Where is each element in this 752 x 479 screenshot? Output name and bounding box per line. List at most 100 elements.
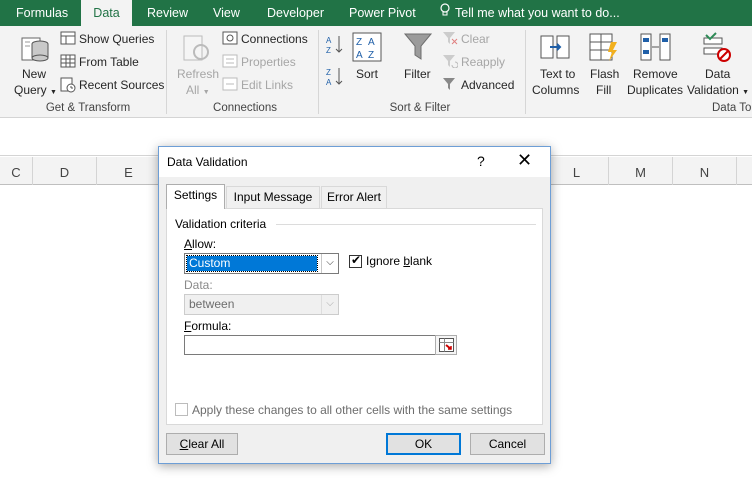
group-connections: Connections [213, 102, 277, 114]
advanced-button[interactable]: Advanced [461, 78, 514, 92]
sort-za-icon[interactable]: ZA [326, 66, 344, 89]
refresh-all-icon [182, 32, 212, 67]
sort-button[interactable]: Sort [356, 67, 378, 81]
sort-az-icon[interactable]: AZ [326, 34, 344, 57]
column-header[interactable]: D [33, 157, 97, 185]
from-table-button[interactable]: From Table [79, 55, 139, 69]
data-dropdown[interactable]: between ⌵ [184, 294, 339, 315]
data-validation-dialog: Data Validation ? ✕ Settings Input Messa… [158, 146, 551, 464]
ignore-blank-text-1: Ignore [366, 254, 404, 268]
formula-input[interactable] [184, 335, 436, 355]
flash-fill-button[interactable]: Fill [596, 83, 611, 97]
remove-duplicates-icon [640, 32, 672, 65]
tab-settings[interactable]: Settings [166, 184, 225, 209]
dialog-title-bar[interactable]: Data Validation ? ✕ [159, 147, 550, 177]
ribbon-tab-bar: Formulas Data Review View Developer Powe… [0, 0, 752, 26]
allow-value: Custom [186, 255, 318, 272]
remove-duplicates-button[interactable]: Duplicates [627, 83, 683, 97]
new-query-label-1: New [22, 67, 47, 81]
data-validation-label-2: Validation [687, 83, 739, 97]
refresh-label-1: Refresh [177, 67, 220, 81]
recent-sources-button[interactable]: Recent Sources [79, 78, 164, 92]
svg-text:Z: Z [326, 46, 331, 54]
edit-links-button[interactable]: Edit Links [241, 78, 293, 92]
group-get-transform: Get & Transform [45, 102, 131, 114]
filter-icon [403, 32, 433, 65]
clear-all-button[interactable]: Clear All [166, 433, 238, 455]
data-validation-button[interactable]: Validation ▼ [687, 83, 749, 97]
formula-label-text: ormula: [191, 319, 232, 333]
reapply-button[interactable]: Reapply [461, 55, 505, 69]
ignore-blank-checkbox[interactable]: ✔ [349, 253, 362, 268]
tab-view[interactable]: View [213, 0, 240, 26]
sort-dialog-icon: ZAAZ [352, 32, 382, 65]
ok-button[interactable]: OK [386, 433, 461, 455]
group-sort-filter: Sort & Filter [389, 102, 451, 114]
tab-input-message[interactable]: Input Message [226, 186, 320, 208]
tab-data[interactable]: Data [81, 0, 132, 26]
column-header[interactable]: M [609, 157, 673, 185]
refresh-all-button[interactable]: All ▼ [186, 83, 210, 97]
ignore-blank-text-2: lank [410, 254, 433, 268]
clear-all-text: lear All [188, 437, 225, 451]
svg-text:A: A [326, 78, 332, 86]
close-icon[interactable]: ✕ [517, 150, 532, 171]
filter-button[interactable]: Filter [404, 67, 431, 81]
checkmark-icon: ✔ [351, 253, 362, 267]
column-header[interactable]: L [545, 157, 609, 185]
text-to-columns-icon [540, 32, 570, 65]
tab-review[interactable]: Review [147, 0, 188, 26]
tell-me-text: Tell me what you want to do... [455, 6, 620, 20]
remove-duplicates-label-1: Remove [633, 67, 678, 81]
allow-dropdown[interactable]: Custom ⌵ [184, 253, 339, 274]
tab-power-pivot[interactable]: Power Pivot [349, 0, 416, 26]
tab-developer[interactable]: Developer [267, 0, 324, 26]
connections-icon [222, 31, 238, 48]
apply-all-label: Apply these changes to all other cells w… [192, 403, 513, 417]
group-data-tools: Data To [712, 102, 752, 114]
text-to-columns-label-1: Text to [540, 67, 576, 81]
show-queries-button[interactable]: Show Queries [79, 32, 154, 46]
new-query-label-2: Query [14, 83, 47, 97]
flash-fill-label-1: Flash [590, 67, 620, 81]
tell-me-box[interactable]: Tell me what you want to do... [440, 0, 620, 26]
properties-button[interactable]: Properties [241, 55, 296, 69]
properties-icon [222, 54, 238, 71]
new-query-icon[interactable] [20, 32, 50, 67]
help-button[interactable]: ? [477, 153, 485, 169]
range-select-icon [439, 338, 454, 355]
column-header[interactable]: C [0, 157, 33, 185]
svg-text:Z: Z [368, 50, 374, 61]
connections-button[interactable]: Connections [241, 32, 308, 46]
svg-text:A: A [326, 36, 332, 45]
cancel-button[interactable]: Cancel [470, 433, 545, 455]
formula-label: Formula: [184, 319, 231, 333]
svg-text:Z: Z [326, 68, 331, 77]
chevron-down-icon: ▼ [742, 89, 750, 96]
apply-all-checkbox[interactable] [175, 403, 188, 416]
allow-label-text: llow: [192, 237, 217, 251]
clear-button[interactable]: Clear [461, 32, 490, 46]
data-validation-label-1: Data [705, 67, 731, 81]
tab-error-alert[interactable]: Error Alert [321, 186, 387, 208]
tab-formulas[interactable]: Formulas [16, 0, 68, 26]
advanced-filter-icon [442, 77, 458, 94]
column-header[interactable]: N [673, 157, 737, 185]
new-query-button[interactable]: Query ▼ [14, 83, 57, 97]
section-divider [276, 224, 536, 225]
clear-all-mnemonic: C [179, 437, 189, 451]
settings-panel: Validation criteria Allow: Custom ⌵ ✔ Ig… [166, 208, 543, 425]
range-selector-button[interactable] [435, 335, 457, 355]
text-to-columns-button[interactable]: Columns [532, 83, 579, 97]
data-validation-icon [702, 32, 732, 65]
chevron-down-icon[interactable]: ⌵ [321, 254, 338, 273]
allow-label: Allow: [184, 237, 216, 251]
lightbulb-icon [440, 0, 450, 26]
recent-sources-icon [60, 77, 76, 96]
section-title: Validation criteria [175, 217, 267, 231]
chevron-down-icon: ⌵ [321, 295, 338, 314]
from-table-icon [60, 54, 76, 71]
column-header[interactable]: E [97, 157, 161, 185]
ribbon: New Query ▼ Show Queries From Table Rece… [0, 26, 752, 118]
ignore-blank-label: Ignore blank [366, 254, 432, 268]
